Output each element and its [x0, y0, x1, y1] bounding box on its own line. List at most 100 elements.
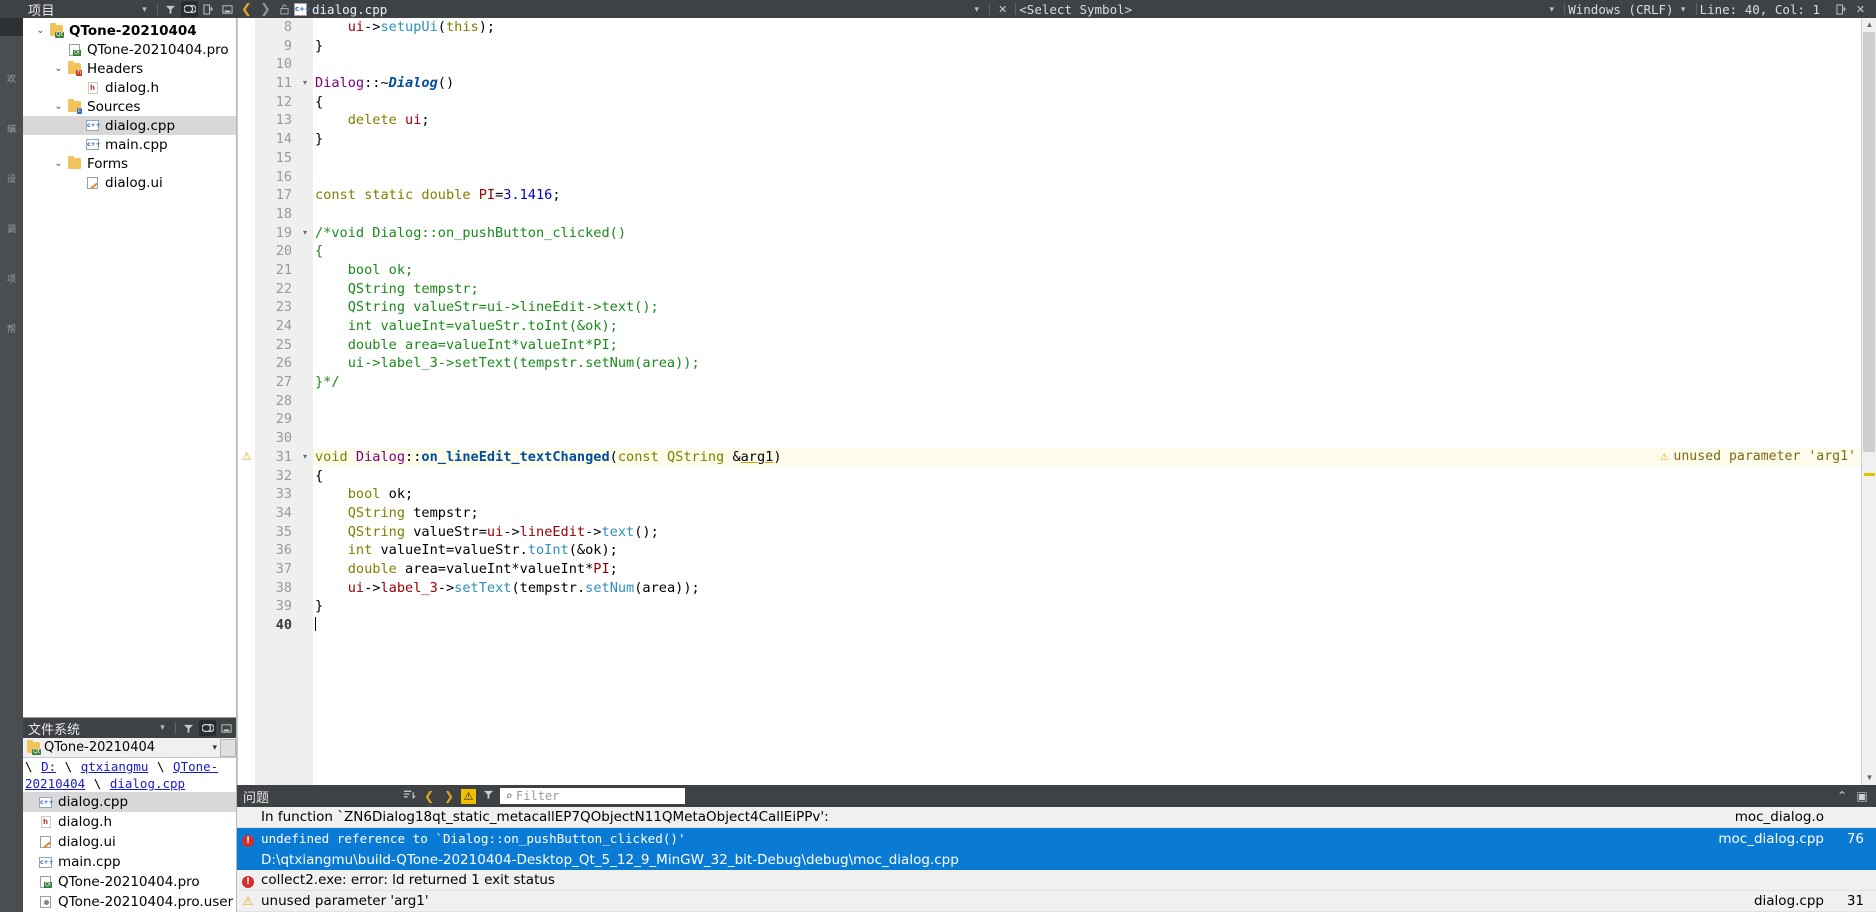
breadcrumb-link[interactable]: D: [41, 759, 56, 774]
code-line: ui->label_3->setText(tempstr.setNum(area… [315, 355, 700, 372]
mode-item-3[interactable]: 调 [0, 224, 23, 236]
minimize-icon[interactable] [218, 720, 235, 736]
chevron-down-icon[interactable]: ▾ [136, 1, 153, 17]
filesystem-item-main-cpp[interactable]: main.cpp [23, 852, 236, 872]
gutter-cell [238, 149, 255, 168]
filesystem-item-dialog-ui[interactable]: dialog.ui [23, 832, 236, 852]
symbol-dropdown-icon[interactable]: ▾ [1543, 1, 1560, 17]
issue-message: D:\qtxiangmu\build-QTone-20210404-Deskto… [261, 851, 959, 868]
line-ending-combo[interactable]: Windows (CRLF) [1568, 2, 1673, 17]
line-ending-dropdown-icon[interactable]: ▾ [1675, 1, 1692, 17]
expand-collapse-icon[interactable]: ⌄ [33, 25, 48, 36]
close-icon[interactable]: ✕ [994, 1, 1011, 17]
line-number: 27 [275, 374, 292, 391]
code-text-area[interactable]: ui->setupUi(this);} Dialog::~Dialog(){ d… [313, 18, 1876, 785]
issue-message: unused parameter 'arg1' [261, 893, 429, 909]
code-editor[interactable]: ⚠ 8 9 10 11 12 13 14 15 16 17 18 19 20 21 22 23 24 25 26 27… [237, 18, 1876, 785]
editor-marker-gutter[interactable]: ⚠ [238, 18, 255, 785]
scroll-up-arrow-icon[interactable]: ▲ [1862, 18, 1876, 32]
line-warning-icon[interactable]: ⚠ [238, 448, 255, 467]
fold-toggle-icon[interactable]: ▾ [297, 224, 313, 243]
link-icon[interactable] [199, 720, 216, 736]
minimize-icon[interactable] [219, 1, 236, 17]
line-number: 35 [275, 523, 292, 540]
filesystem-item-dialog-h[interactable]: dialog.h [23, 812, 236, 832]
warning-filter-icon[interactable]: ⚠ [461, 788, 477, 804]
line-number: 23 [275, 299, 292, 316]
issue-row[interactable]: In function `ZN6Dialog18qt_static_metaca… [237, 807, 1876, 828]
issues-filter-input[interactable]: ⌕ Filter [500, 788, 686, 804]
split-editor-icon[interactable] [1833, 1, 1850, 17]
link-icon[interactable] [181, 1, 198, 17]
issue-row[interactable]: D:\qtxiangmu\build-QTone-20210404-Deskto… [237, 849, 1876, 870]
user-file-icon [37, 896, 54, 908]
issue-row[interactable]: ! collect2.exe: error: ld returned 1 exit… [237, 870, 1876, 891]
filter-icon[interactable] [478, 789, 498, 803]
expand-collapse-icon[interactable]: ⌄ [51, 63, 66, 74]
issue-row[interactable]: ⚠ unused parameter 'arg1' dialog.cpp 31 [237, 891, 1876, 912]
file-dropdown-icon[interactable]: ▾ [968, 1, 985, 17]
filesystem-root-combo[interactable]: Qt QTone-20210404 ▾ [23, 738, 236, 758]
inline-warning-annotation: ⚠ unused parameter 'arg1' [1660, 448, 1856, 467]
forward-arrow-icon[interactable]: ❯ [257, 1, 274, 17]
split-icon[interactable] [200, 1, 217, 17]
panel-options-icon[interactable]: ▣ [1852, 789, 1872, 803]
sort-issues-icon[interactable] [399, 789, 419, 804]
tree-item-dialog-cpp[interactable]: dialog.cpp [23, 116, 236, 135]
chevron-down-icon[interactable]: ▾ [212, 743, 220, 753]
pro-file-icon [37, 876, 54, 888]
editor-vertical-scrollbar[interactable]: ▲ ▼ [1861, 18, 1876, 785]
expand-collapse-icon[interactable]: ⌄ [51, 101, 66, 112]
open-file-name[interactable]: dialog.cpp [312, 2, 387, 17]
tree-item-qtone-20210404-pro[interactable]: QTone-20210404.pro [23, 40, 236, 59]
filesystem-item-qtone-20210404-pro-user[interactable]: QTone-20210404.pro.user [23, 892, 236, 912]
tree-item-dialog-h[interactable]: dialog.h [23, 78, 236, 97]
tree-item-label: Forms [87, 155, 129, 172]
close-editor-icon[interactable]: ✕ [1852, 1, 1869, 17]
filesystem-item-qtone-20210404-pro[interactable]: QTone-20210404.pro [23, 872, 236, 892]
tree-item-forms[interactable]: ⌄ Forms [23, 154, 236, 173]
code-line: } [315, 131, 324, 148]
select-symbol-combo[interactable]: <Select Symbol> [1019, 2, 1132, 17]
filesystem-item-dialog-cpp[interactable]: dialog.cpp [23, 792, 236, 812]
issue-row[interactable]: ! undefined reference to `Dialog::on_push… [237, 828, 1876, 849]
tree-item-dialog-ui[interactable]: dialog.ui [23, 173, 236, 192]
fold-cell [297, 298, 313, 317]
tree-item-headers[interactable]: ⌄ h Headers [23, 59, 236, 78]
code-line: double area=valueInt*valueInt*PI; [315, 336, 618, 353]
mode-item-5[interactable]: 帮 [0, 324, 23, 336]
code-line: delete ui; [347, 112, 430, 129]
tree-item-sources[interactable]: ⌄ c Sources [23, 97, 236, 116]
expand-collapse-icon[interactable]: ⌄ [51, 158, 66, 169]
scroll-down-arrow-icon[interactable]: ▼ [1862, 771, 1876, 785]
mode-item-2[interactable]: 设 [0, 174, 23, 186]
collapse-panel-icon[interactable]: ⌃ [1832, 789, 1852, 803]
mode-item-0[interactable]: 欢 [0, 74, 23, 86]
divider [157, 3, 158, 15]
chevron-down-icon[interactable]: ▾ [154, 720, 171, 736]
previous-issue-icon[interactable]: ❮ [419, 789, 439, 803]
lock-icon[interactable] [276, 1, 293, 17]
cpp-file-icon [37, 796, 54, 808]
scrollbar-thumb[interactable] [1863, 32, 1875, 452]
filesystem-browse-button[interactable] [220, 738, 236, 757]
fold-cell [297, 597, 313, 616]
line-number: 36 [275, 542, 292, 559]
breadcrumb-link[interactable]: dialog.cpp [110, 776, 185, 791]
filter-icon[interactable] [162, 1, 179, 17]
next-issue-icon[interactable]: ❯ [439, 789, 459, 803]
filter-icon[interactable] [180, 720, 197, 736]
fold-toggle-icon[interactable]: ▾ [297, 74, 313, 93]
code-line: void Dialog::on_lineEdit_textChanged(con… [313, 447, 1861, 467]
fold-cell [297, 18, 313, 37]
tree-item-main-cpp[interactable]: main.cpp [23, 135, 236, 154]
editor-fold-column[interactable]: ▾ ▾ ▾ [297, 18, 313, 785]
mode-item-4[interactable]: 项 [0, 274, 23, 286]
fold-toggle-icon[interactable]: ▾ [297, 448, 313, 467]
code-line: int valueInt=valueStr.toInt(&ok); [315, 318, 618, 334]
tree-item-qtone-20210404[interactable]: ⌄ Qt QTone-20210404 [23, 21, 236, 40]
filesystem-item-label: QTone-20210404.pro.user [58, 894, 234, 910]
mode-item-1[interactable]: 编 [0, 124, 23, 136]
back-arrow-icon[interactable]: ❮ [238, 1, 255, 17]
breadcrumb-link[interactable]: qtxiangmu [81, 759, 149, 774]
